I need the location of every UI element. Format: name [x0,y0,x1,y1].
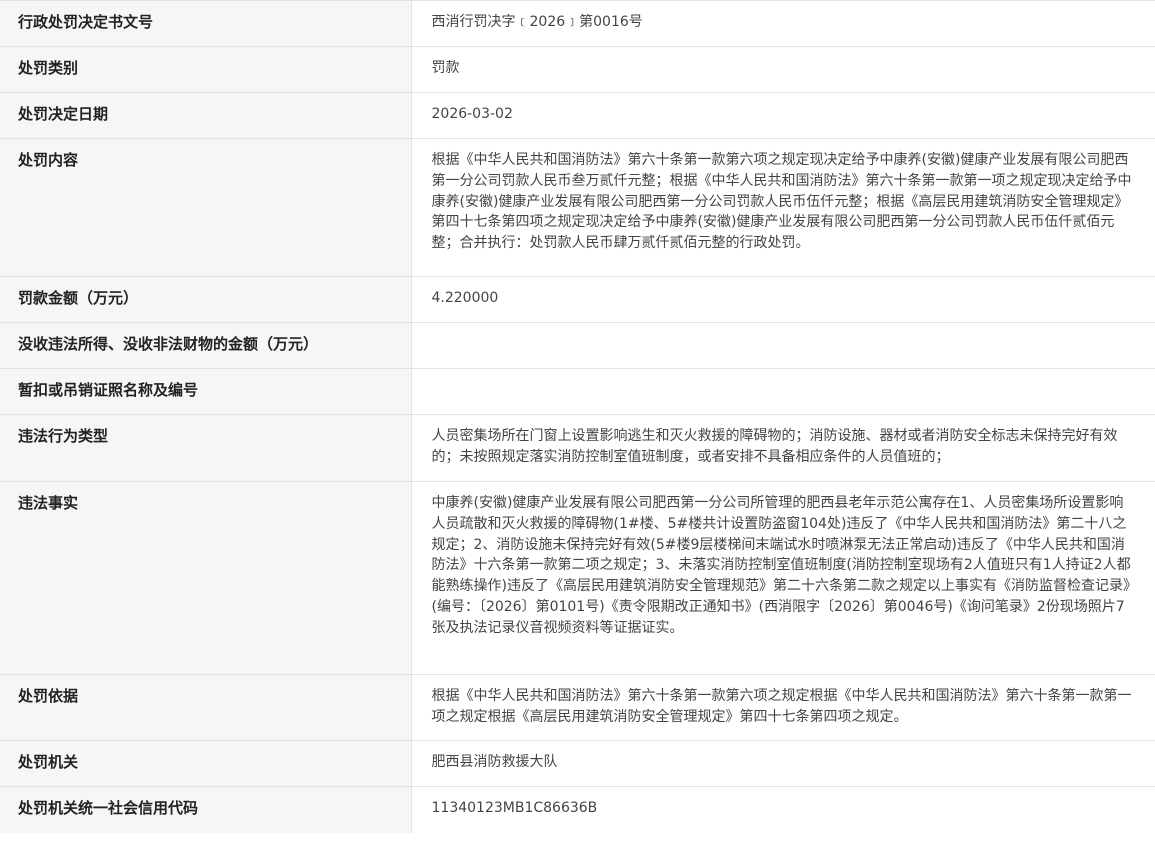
field-value-decision-date: 2026-03-02 [411,92,1155,139]
field-label-violation-facts: 违法事实 [0,481,412,675]
field-value-violation-facts: 中康养(安徽)健康产业发展有限公司肥西第一分公司所管理的肥西县老年示范公寓存在1… [411,481,1155,675]
row-confiscation-amount: 没收违法所得、没收非法财物的金额（万元） [0,322,1155,369]
row-decision-date: 处罚决定日期 2026-03-02 [0,92,1155,139]
row-decision-number: 行政处罚决定书文号 西消行罚决字﹝2026﹞第0016号 [0,0,1155,47]
row-authority-credit-code: 处罚机关统一社会信用代码 11340123MB1C86636B [0,786,1155,833]
row-violation-facts: 违法事实 中康养(安徽)健康产业发展有限公司肥西第一分公司所管理的肥西县老年示范… [0,481,1155,675]
row-violation-type: 违法行为类型 人员密集场所在门窗上设置影响逃生和灭火救援的障碍物的；消防设施、器… [0,414,1155,482]
field-value-penalty-category: 罚款 [411,46,1155,93]
row-license-suspension: 暂扣或吊销证照名称及编号 [0,368,1155,415]
field-label-penalty-category: 处罚类别 [0,46,412,93]
field-label-decision-date: 处罚决定日期 [0,92,412,139]
field-label-penalty-authority: 处罚机关 [0,740,412,787]
field-value-penalty-authority: 肥西县消防救援大队 [411,740,1155,787]
field-value-confiscation-amount [411,322,1155,369]
row-penalty-content: 处罚内容 根据《中华人民共和国消防法》第六十条第一款第六项之规定现决定给予中康养… [0,138,1155,277]
field-label-penalty-basis: 处罚依据 [0,674,412,741]
field-label-confiscation-amount: 没收违法所得、没收非法财物的金额（万元） [0,322,412,369]
field-value-fine-amount: 4.220000 [411,276,1155,323]
row-penalty-category: 处罚类别 罚款 [0,46,1155,93]
row-penalty-basis: 处罚依据 根据《中华人民共和国消防法》第六十条第一款第六项之规定根据《中华人民共… [0,674,1155,741]
field-value-license-suspension [411,368,1155,415]
row-fine-amount: 罚款金额（万元） 4.220000 [0,276,1155,323]
field-label-fine-amount: 罚款金额（万元） [0,276,412,323]
field-label-authority-credit-code: 处罚机关统一社会信用代码 [0,786,412,833]
field-value-authority-credit-code: 11340123MB1C86636B [431,800,598,816]
row-penalty-authority: 处罚机关 肥西县消防救援大队 [0,740,1155,787]
field-value-violation-type: 人员密集场所在门窗上设置影响逃生和灭火救援的障碍物的；消防设施、器材或者消防安全… [411,414,1155,482]
field-value-penalty-basis: 根据《中华人民共和国消防法》第六十条第一款第六项之规定根据《中华人民共和国消防法… [411,674,1155,741]
field-label-penalty-content: 处罚内容 [0,138,412,277]
field-value-decision-number: 西消行罚决字﹝2026﹞第0016号 [411,0,1155,47]
field-label-license-suspension: 暂扣或吊销证照名称及编号 [0,368,412,415]
field-label-decision-number: 行政处罚决定书文号 [0,0,412,47]
field-label-violation-type: 违法行为类型 [0,414,412,482]
field-value-penalty-content: 根据《中华人民共和国消防法》第六十条第一款第六项之规定现决定给予中康养(安徽)健… [411,138,1155,277]
penalty-record-table: 行政处罚决定书文号 西消行罚决字﹝2026﹞第0016号 处罚类别 罚款 处罚决… [0,0,1155,833]
